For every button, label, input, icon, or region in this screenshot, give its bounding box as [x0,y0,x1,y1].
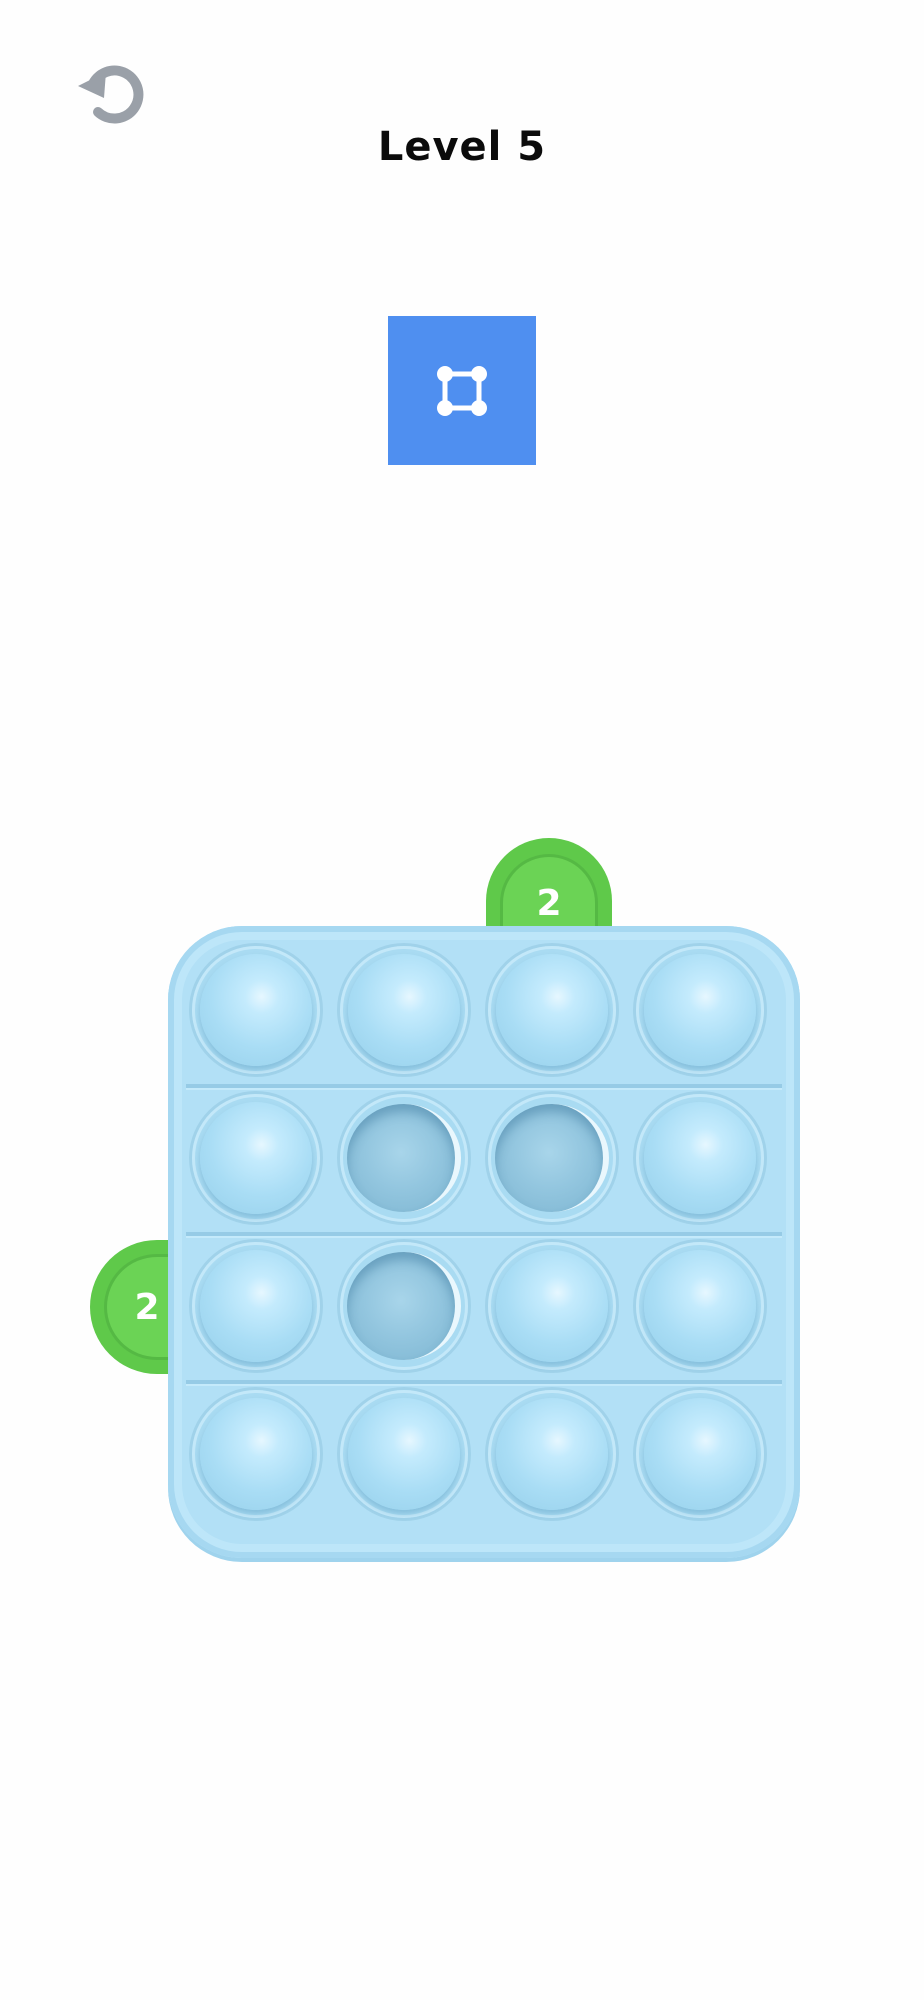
bubble-dome [200,954,312,1066]
bubble-dome [644,1398,756,1510]
bubble-dome [348,954,460,1066]
popped-bubble[interactable] [340,1242,468,1370]
level-title: Level 5 [377,124,547,170]
bubble-dome [496,954,608,1066]
bubble-cell[interactable] [636,1390,764,1518]
row-divider [186,1232,782,1236]
bubble-dome [644,1250,756,1362]
target-shape-card [388,316,536,465]
popped-bubble[interactable] [488,1094,616,1222]
popped-bubble[interactable] [340,1094,468,1222]
pop-it-board [168,926,800,1558]
bubble-cell[interactable] [192,946,320,1074]
bubble-dome [496,1250,608,1362]
bubble-cell[interactable] [636,1094,764,1222]
bubble-cell[interactable] [192,1242,320,1370]
restart-arrow-icon [78,65,144,124]
row-divider [186,1084,782,1088]
bubble-dome [347,1252,461,1360]
bubble-cell[interactable] [636,946,764,1074]
bubble-cell[interactable] [340,1390,468,1518]
bubble-dome [348,1398,460,1510]
bubble-cell[interactable] [488,946,616,1074]
bubble-cell[interactable] [488,1242,616,1370]
row-divider [186,1380,782,1384]
bubble-dome [347,1104,461,1212]
row-clue-number: 2 [134,1286,160,1328]
bubble-cell[interactable] [340,946,468,1074]
bubble-dome [496,1398,608,1510]
bubble-dome [644,1102,756,1214]
bubble-cell[interactable] [192,1094,320,1222]
bubble-dome [495,1104,609,1212]
column-clue-number: 2 [536,882,562,924]
bubble-cell[interactable] [636,1242,764,1370]
bubble-cell[interactable] [192,1390,320,1518]
bubble-dome [200,1250,312,1362]
bubble-dome [644,954,756,1066]
bubble-cell[interactable] [488,1390,616,1518]
bubble-dome [200,1398,312,1510]
restart-button[interactable] [70,52,152,134]
square-nodes-icon [437,365,487,416]
bubble-dome [200,1102,312,1214]
